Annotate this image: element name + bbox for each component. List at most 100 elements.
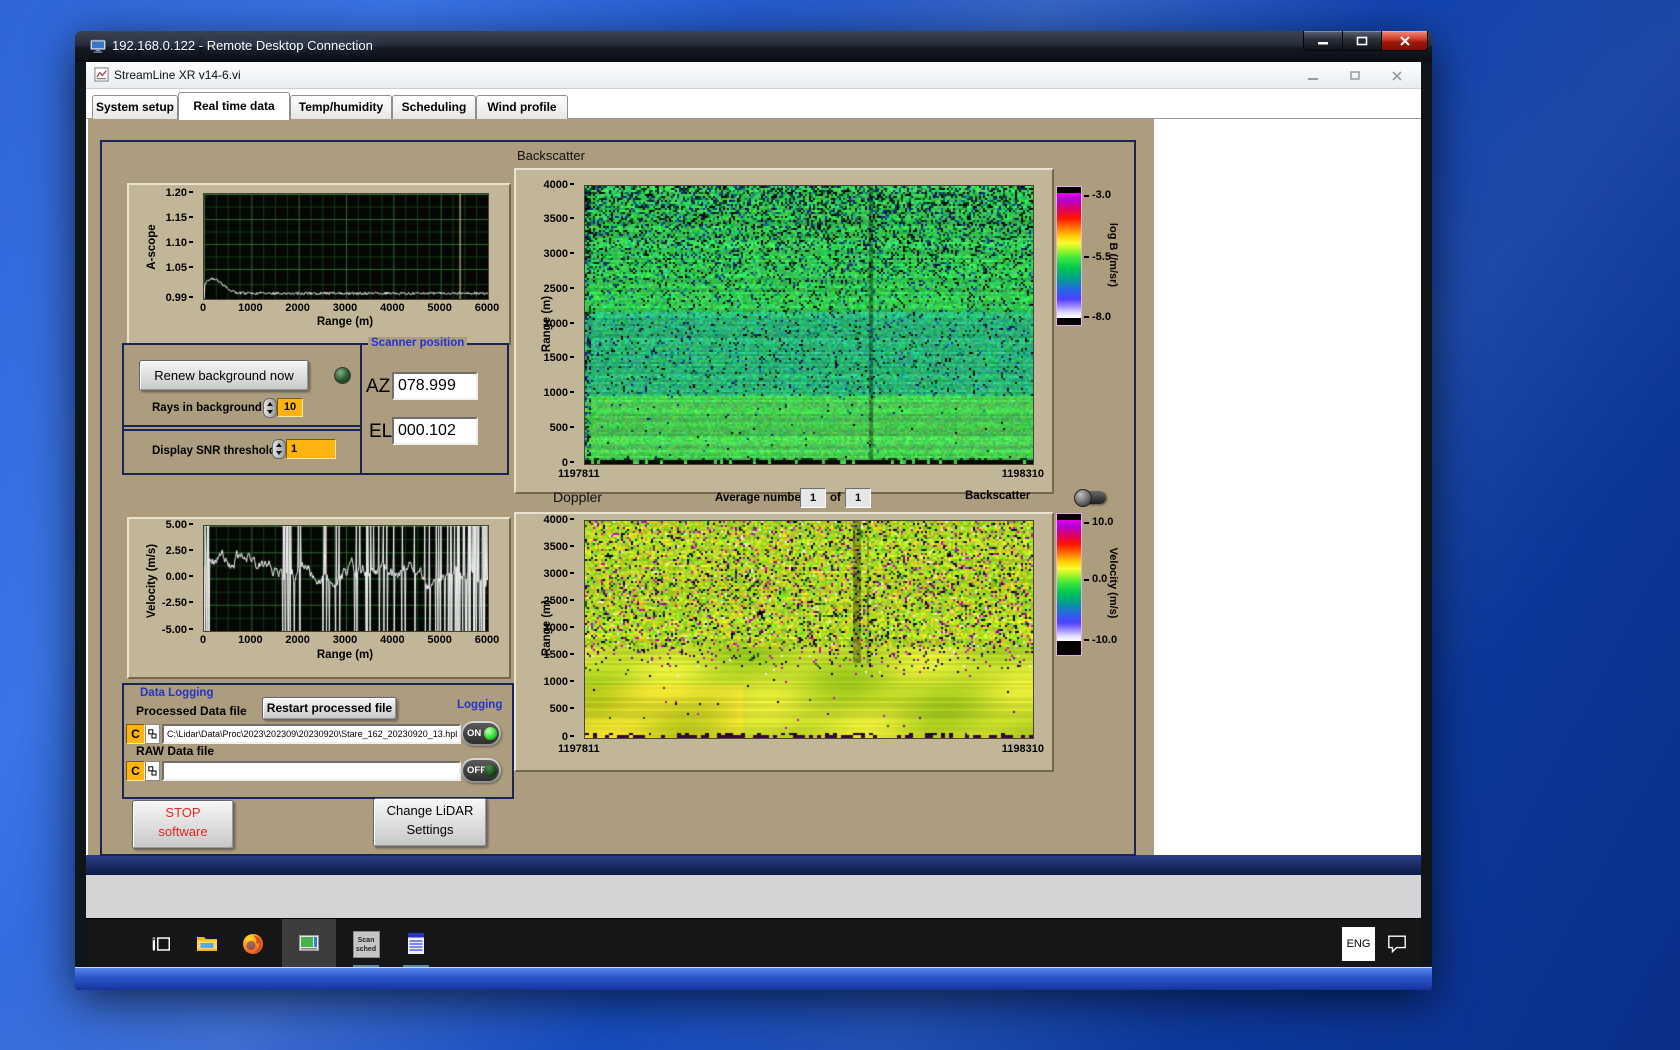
rdp-app-icon bbox=[89, 37, 107, 55]
tick-label: 2000 bbox=[285, 634, 310, 646]
tick-label: 1000 bbox=[533, 676, 574, 689]
tick-label: 4000 bbox=[380, 634, 405, 646]
background-status-led bbox=[334, 367, 351, 384]
backscatter-toggle-label: Backscatter bbox=[965, 490, 1031, 502]
rdp-close-button[interactable] bbox=[1381, 31, 1428, 51]
tab-system-setup[interactable]: System setup bbox=[92, 95, 178, 119]
tab-wind-profile[interactable]: Wind profile bbox=[476, 95, 568, 119]
average-number-field[interactable]: 1 bbox=[800, 488, 826, 508]
colorbar-tick-mark bbox=[1084, 316, 1089, 318]
snr-spinner[interactable] bbox=[272, 439, 286, 459]
language-indicator[interactable]: ENG bbox=[1342, 927, 1375, 961]
tab-temp-humidity[interactable]: Temp/humidity bbox=[290, 95, 392, 119]
tick-label: 1000 bbox=[238, 634, 263, 646]
app-close-button[interactable] bbox=[1384, 70, 1410, 82]
firefox-icon bbox=[243, 934, 263, 954]
change-line1: Change LiDAR bbox=[386, 803, 474, 818]
change-lidar-settings-button[interactable]: Change LiDAR Settings bbox=[373, 798, 487, 847]
doppler-x-end-label: 1198310 bbox=[1001, 743, 1044, 755]
processed-browse-button[interactable] bbox=[145, 724, 160, 744]
tick-label: 2000 bbox=[533, 318, 574, 331]
app-window-title: StreamLine XR v14-6.vi bbox=[114, 68, 241, 82]
tick-label: 4000 bbox=[533, 179, 574, 192]
velocity-x-tick-labels: 0 1000 2000 3000 4000 5000 6000 bbox=[199, 634, 499, 647]
tick-label: 2500 bbox=[533, 283, 574, 296]
raw-path-field[interactable] bbox=[162, 761, 461, 781]
panel-bottom-band bbox=[86, 855, 1421, 875]
rdp-titlebar[interactable]: 192.168.0.122 - Remote Desktop Connectio… bbox=[75, 31, 1432, 62]
tick-label: -2.50 bbox=[150, 597, 193, 610]
task-view-button[interactable] bbox=[140, 919, 182, 968]
action-center-button[interactable] bbox=[1386, 933, 1408, 958]
firefox-button[interactable] bbox=[232, 919, 274, 968]
task-view-icon bbox=[152, 937, 170, 951]
doppler-y-axis-label: Range (m) bbox=[541, 599, 553, 657]
tick-label: 0.99 bbox=[150, 292, 193, 305]
raw-drive-selector[interactable]: C bbox=[126, 761, 145, 781]
backscatter-display-toggle[interactable] bbox=[1074, 489, 1106, 507]
app-minimize-button[interactable] bbox=[1300, 70, 1326, 82]
doppler-section-title: Doppler bbox=[553, 489, 603, 505]
stop-software-button[interactable]: STOP software bbox=[132, 800, 234, 849]
average-of-label: of bbox=[830, 492, 841, 504]
remote-desktop-window-icon bbox=[299, 935, 319, 951]
tab-real-time-data[interactable]: Real time data bbox=[178, 92, 290, 120]
tick-label: 0 bbox=[533, 731, 574, 744]
average-number-label: Average number bbox=[715, 492, 806, 504]
tab-scheduling[interactable]: Scheduling bbox=[392, 95, 476, 119]
raw-data-file-label: RAW Data file bbox=[136, 744, 215, 758]
velocity-plot-canvas bbox=[203, 525, 489, 632]
tick-label: 0 bbox=[199, 302, 207, 314]
average-total-field[interactable]: 1 bbox=[845, 488, 871, 508]
rays-value-field[interactable]: 10 bbox=[277, 398, 303, 417]
stop-line2: software bbox=[158, 824, 208, 839]
tick-label: 0.00 bbox=[150, 571, 193, 584]
raw-browse-button[interactable] bbox=[145, 761, 160, 781]
remote-desktop-taskbar-button[interactable] bbox=[282, 919, 336, 968]
tick-label: 1500 bbox=[533, 649, 574, 662]
tick-label: 6000 bbox=[474, 302, 500, 314]
remote-desktop-background bbox=[86, 875, 1421, 918]
desktop: 192.168.0.122 - Remote Desktop Connectio… bbox=[0, 0, 1680, 1050]
ascope-plot-canvas bbox=[203, 193, 489, 300]
processed-path-field[interactable]: C:\Lidar\Data\Proc\2023\202309\20230920\… bbox=[162, 724, 461, 744]
tick-label: 2000 bbox=[533, 622, 574, 635]
tick-label: 0 bbox=[199, 634, 207, 646]
processed-data-file-label: Processed Data file bbox=[136, 704, 247, 718]
snr-value-field[interactable]: 1 bbox=[286, 439, 336, 459]
file-explorer-button[interactable] bbox=[186, 919, 228, 968]
backscatter-x-end-label: 1198310 bbox=[1001, 468, 1044, 480]
colorbar-tick-mark bbox=[1084, 521, 1089, 524]
tick-label: 10.0 bbox=[1092, 516, 1114, 529]
processed-drive-selector[interactable]: C bbox=[126, 724, 145, 744]
tick-label: 4000 bbox=[533, 514, 574, 527]
tick-label: 500 bbox=[533, 422, 574, 435]
processed-logging-toggle[interactable]: ON bbox=[461, 721, 501, 746]
az-label: AZ bbox=[366, 376, 391, 397]
raw-logging-toggle[interactable]: OFF bbox=[461, 758, 501, 783]
scan-scheduler-button[interactable]: Scan sched bbox=[344, 919, 388, 968]
rays-spinner[interactable] bbox=[263, 398, 277, 418]
tick-label: 1500 bbox=[533, 352, 574, 365]
restart-processed-file-button[interactable]: Restart processed file bbox=[262, 697, 397, 720]
app-titlebar[interactable]: StreamLine XR v14-6.vi bbox=[86, 62, 1421, 89]
tick-label: 2.50 bbox=[150, 545, 193, 558]
renew-background-button[interactable]: Renew background now bbox=[139, 360, 309, 391]
stop-line1: STOP bbox=[165, 805, 201, 820]
doppler-colorbar-ticks: 10.0 0.0 -10.0 bbox=[1084, 513, 1128, 658]
velocity-y-tick-labels: 5.00 2.50 0.00 -2.50 -5.00 bbox=[150, 519, 199, 636]
app-restore-button[interactable] bbox=[1342, 70, 1368, 82]
remote-taskbar: Scan sched ENG bbox=[86, 918, 1421, 968]
tick-label: -3.0 bbox=[1092, 189, 1111, 202]
rdp-restore-button[interactable] bbox=[1342, 31, 1382, 51]
tick-label: 5.00 bbox=[150, 519, 193, 532]
tick-label: 3500 bbox=[533, 541, 574, 554]
tick-label: 1.20 bbox=[150, 187, 193, 200]
doppler-x-start-label: 1197811 bbox=[558, 743, 600, 755]
rdp-minimize-button[interactable] bbox=[1303, 31, 1343, 51]
az-value-display: 078.999 bbox=[392, 372, 478, 400]
rays-in-background-label: Rays in background bbox=[152, 402, 262, 414]
notes-app-icon bbox=[408, 933, 424, 954]
backscatter-section-title: Backscatter bbox=[517, 148, 585, 163]
notes-app-button[interactable] bbox=[394, 919, 438, 968]
